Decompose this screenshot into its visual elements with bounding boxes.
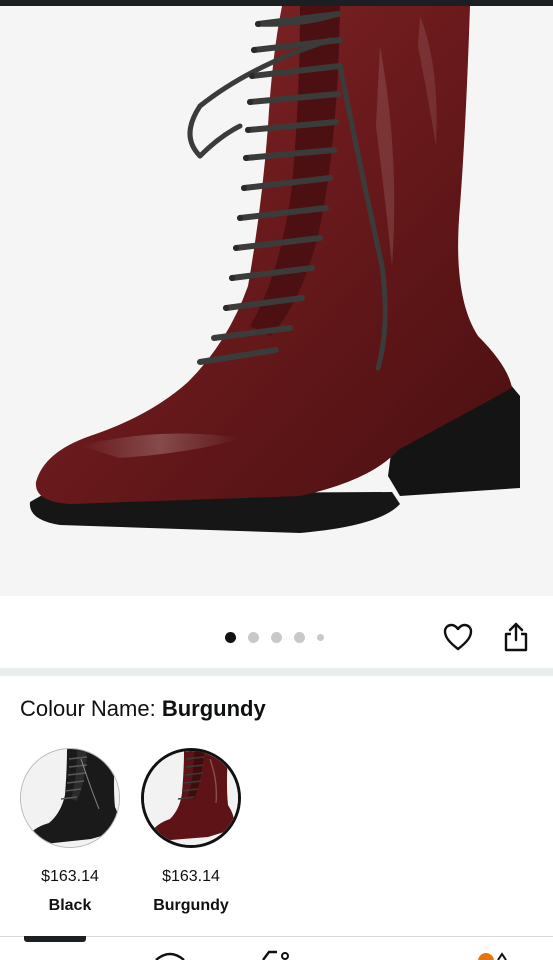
image-controls (0, 596, 553, 668)
heart-icon (443, 623, 473, 651)
swatch-image[interactable] (141, 748, 241, 848)
swatch-price: $163.14 (41, 868, 99, 885)
cart-icon-partial[interactable] (255, 950, 295, 960)
colour-name-heading: Colour Name: Burgundy (20, 696, 266, 722)
burgundy-boot-thumbnail (144, 751, 238, 845)
share-icon (504, 622, 528, 652)
colour-option-black[interactable]: $163.14 Black (20, 748, 120, 915)
tab-indicator (24, 936, 86, 942)
swatch-name: Black (48, 897, 92, 914)
gallery-dot[interactable] (225, 631, 236, 643)
colour-option-burgundy[interactable]: $163.14 Burgundy (141, 748, 241, 915)
swatch-image[interactable] (20, 748, 120, 848)
nav-icon-partial[interactable] (150, 950, 190, 960)
gallery-pagination[interactable] (225, 631, 324, 643)
share-button[interactable] (499, 620, 533, 654)
gallery-dot[interactable] (294, 631, 305, 643)
gallery-dot[interactable] (248, 631, 259, 643)
section-divider (0, 668, 553, 676)
gallery-dot[interactable] (317, 633, 324, 641)
gallery-dot[interactable] (271, 631, 282, 643)
product-image[interactable] (0, 6, 553, 596)
swatch-name: Burgundy (153, 897, 229, 914)
boot-illustration (29, 6, 520, 533)
colour-name-label: Colour Name: (20, 696, 162, 721)
menu-icon-partial[interactable] (470, 950, 510, 960)
black-boot-thumbnail (21, 749, 119, 847)
swatch-price: $163.14 (162, 868, 220, 885)
colour-name-value: Burgundy (161, 696, 266, 721)
wishlist-button[interactable] (441, 620, 475, 654)
